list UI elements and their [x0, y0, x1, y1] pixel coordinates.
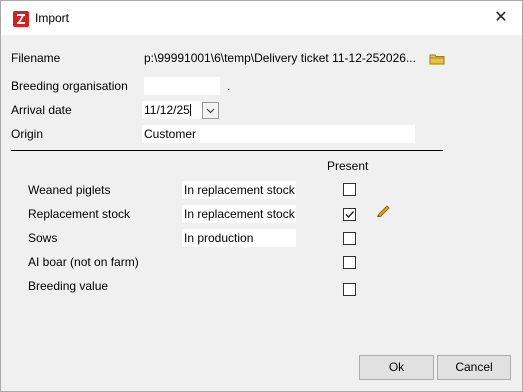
row-status-weaned-piglets[interactable]: In replacement stock	[182, 181, 296, 199]
date-dropdown-button[interactable]	[202, 102, 219, 119]
title-bar: Import ✕	[1, 1, 522, 35]
filename-value: p:\99991001\6\temp\Delivery ticket 11-12…	[144, 51, 416, 65]
separator	[11, 150, 443, 151]
breeding-organisation-label: Breeding organisation	[11, 79, 128, 93]
breeding-organisation-field[interactable]	[144, 77, 220, 95]
present-header: Present	[327, 159, 369, 173]
arrival-date-value: 11/12/25	[144, 103, 190, 117]
ok-button[interactable]: Ok	[359, 355, 434, 380]
row-label-ai-boar: AI boar (not on farm)	[28, 255, 139, 269]
arrival-date-field[interactable]: 11/12/25	[142, 101, 202, 119]
window-title: Import	[35, 11, 70, 25]
row-label-breeding-value: Breeding value	[28, 279, 109, 293]
cancel-button[interactable]: Cancel	[437, 355, 511, 380]
row-label-sows: Sows	[28, 231, 58, 245]
chevron-down-icon	[206, 108, 215, 114]
text-caret	[189, 104, 191, 116]
present-checkbox-weaned-piglets[interactable]	[343, 183, 356, 196]
present-checkbox-sows[interactable]	[343, 232, 356, 245]
close-icon[interactable]: ✕	[489, 7, 513, 29]
breeding-organisation-suffix: .	[227, 79, 231, 93]
present-checkbox-breeding-value[interactable]	[343, 283, 356, 296]
arrival-date-label: Arrival date	[11, 103, 72, 117]
row-label-replacement-stock: Replacement stock	[28, 207, 131, 221]
folder-icon[interactable]	[429, 53, 445, 65]
import-dialog: Import ✕ Filename p:\99991001\6\temp\Del…	[0, 0, 523, 392]
pencil-icon[interactable]	[375, 203, 391, 217]
row-status-sows[interactable]: In production	[182, 229, 296, 247]
row-label-weaned-piglets: Weaned piglets	[28, 183, 111, 197]
origin-label: Origin	[11, 127, 44, 141]
checkmark-icon	[345, 211, 355, 219]
present-checkbox-ai-boar[interactable]	[343, 256, 356, 269]
filename-label: Filename	[11, 51, 61, 65]
present-checkbox-replacement-stock[interactable]	[343, 208, 356, 221]
origin-field[interactable]: Customer	[142, 125, 415, 143]
row-status-replacement-stock[interactable]: In replacement stock	[182, 205, 296, 223]
app-logo-icon	[13, 11, 29, 27]
